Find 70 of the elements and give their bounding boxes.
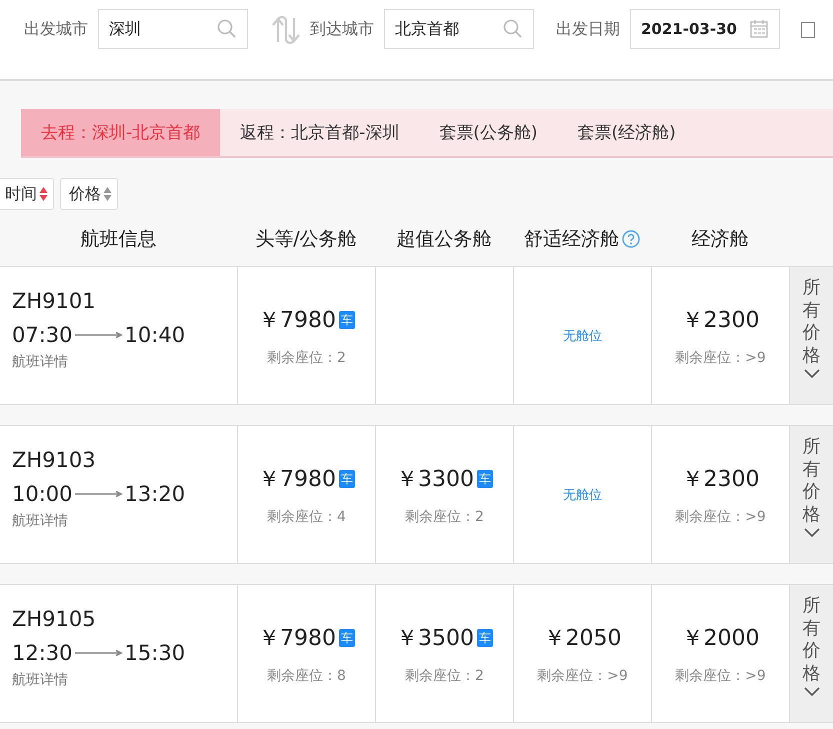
date-field[interactable]: 2021-03-30 xyxy=(630,9,780,49)
column-header: 航班信息 xyxy=(80,227,156,252)
chevron-down-icon xyxy=(804,687,820,697)
price[interactable]: ￥2000 xyxy=(682,622,760,652)
sort-button[interactable]: 价格 xyxy=(60,178,118,210)
all-prices-button[interactable]: 所有价格 xyxy=(789,267,833,404)
calendar-icon[interactable] xyxy=(749,19,769,39)
help-icon[interactable] xyxy=(622,230,640,248)
column-header: 头等/公务舱 xyxy=(255,227,357,252)
flight-details-link[interactable]: 航班详情 xyxy=(12,512,68,530)
car-badge: 车 xyxy=(477,470,493,488)
flight-number: ZH9103 xyxy=(12,447,97,474)
departure-time: 12:30 xyxy=(12,641,73,665)
price[interactable]: ￥7980 xyxy=(258,622,336,652)
field-label: 出发城市 xyxy=(24,18,88,40)
search-icon[interactable] xyxy=(217,19,237,39)
no-seats-text: 无舱位 xyxy=(563,328,602,344)
chevron-down-icon xyxy=(804,528,820,538)
sort-icon xyxy=(103,186,112,202)
price[interactable]: ￥2300 xyxy=(682,304,760,334)
price[interactable]: ￥3500 xyxy=(396,622,474,652)
car-badge: 车 xyxy=(339,628,355,646)
swap-icon[interactable] xyxy=(270,15,300,45)
tab[interactable]: 返程：北京首都-深圳 xyxy=(220,109,420,156)
arrow-icon xyxy=(74,331,123,339)
seats-left: 剩余座位：2 xyxy=(405,508,484,526)
price[interactable]: ￥7980 xyxy=(258,304,336,334)
no-seats-text: 无舱位 xyxy=(563,486,602,504)
seats-left: 剩余座位：>9 xyxy=(675,666,766,684)
sort-icon xyxy=(39,186,48,202)
flight-number: ZH9105 xyxy=(12,606,97,633)
field-label: 出发日期 xyxy=(556,18,620,40)
departure-time: 10:00 xyxy=(12,482,73,506)
car-badge: 车 xyxy=(477,628,493,646)
chevron-down-icon xyxy=(804,369,820,379)
car-badge: 车 xyxy=(339,470,355,488)
column-header: 经济舱 xyxy=(692,227,748,252)
seats-left: 剩余座位：2 xyxy=(267,348,346,366)
tab[interactable]: 套票(经济舱) xyxy=(558,109,696,156)
city-field[interactable]: 北京首都 xyxy=(384,9,534,49)
car-badge: 车 xyxy=(339,310,355,328)
flight-details-link[interactable]: 航班详情 xyxy=(12,353,68,371)
all-prices-button[interactable]: 所有价格 xyxy=(789,585,833,722)
arrival-time: 13:20 xyxy=(124,482,186,506)
seats-left: 剩余座位：2 xyxy=(405,666,484,684)
seats-left: 剩余座位：>9 xyxy=(537,666,628,684)
arrival-time: 15:30 xyxy=(124,641,186,665)
flight-number: ZH9101 xyxy=(12,288,97,315)
city-field[interactable]: 深圳 xyxy=(98,9,248,49)
price[interactable]: ￥7980 xyxy=(258,464,336,494)
arrow-icon xyxy=(74,490,123,498)
tab[interactable]: 套票(公务舱) xyxy=(419,109,558,156)
seats-left: 剩余座位：4 xyxy=(267,508,346,526)
arrival-time: 10:40 xyxy=(124,323,186,347)
search-icon[interactable] xyxy=(503,19,523,39)
all-prices-button[interactable]: 所有价格 xyxy=(789,426,833,563)
seats-left: 剩余座位：>9 xyxy=(675,348,766,366)
price[interactable]: ￥3300 xyxy=(396,464,474,494)
field-label: 到达城市 xyxy=(310,18,374,40)
arrow-icon xyxy=(74,649,123,657)
price[interactable]: ￥2300 xyxy=(682,464,760,494)
flight-details-link[interactable]: 航班详情 xyxy=(12,671,68,689)
column-header: 舒适经济舱 xyxy=(524,227,619,252)
sort-button[interactable]: 时间 xyxy=(0,178,54,210)
checkbox[interactable] xyxy=(801,22,815,38)
seats-left: 剩余座位：>9 xyxy=(675,508,766,526)
price[interactable]: ￥2050 xyxy=(544,622,622,652)
column-header: 超值公务舱 xyxy=(396,227,492,252)
seats-left: 剩余座位：8 xyxy=(267,666,346,684)
departure-time: 07:30 xyxy=(12,323,73,347)
